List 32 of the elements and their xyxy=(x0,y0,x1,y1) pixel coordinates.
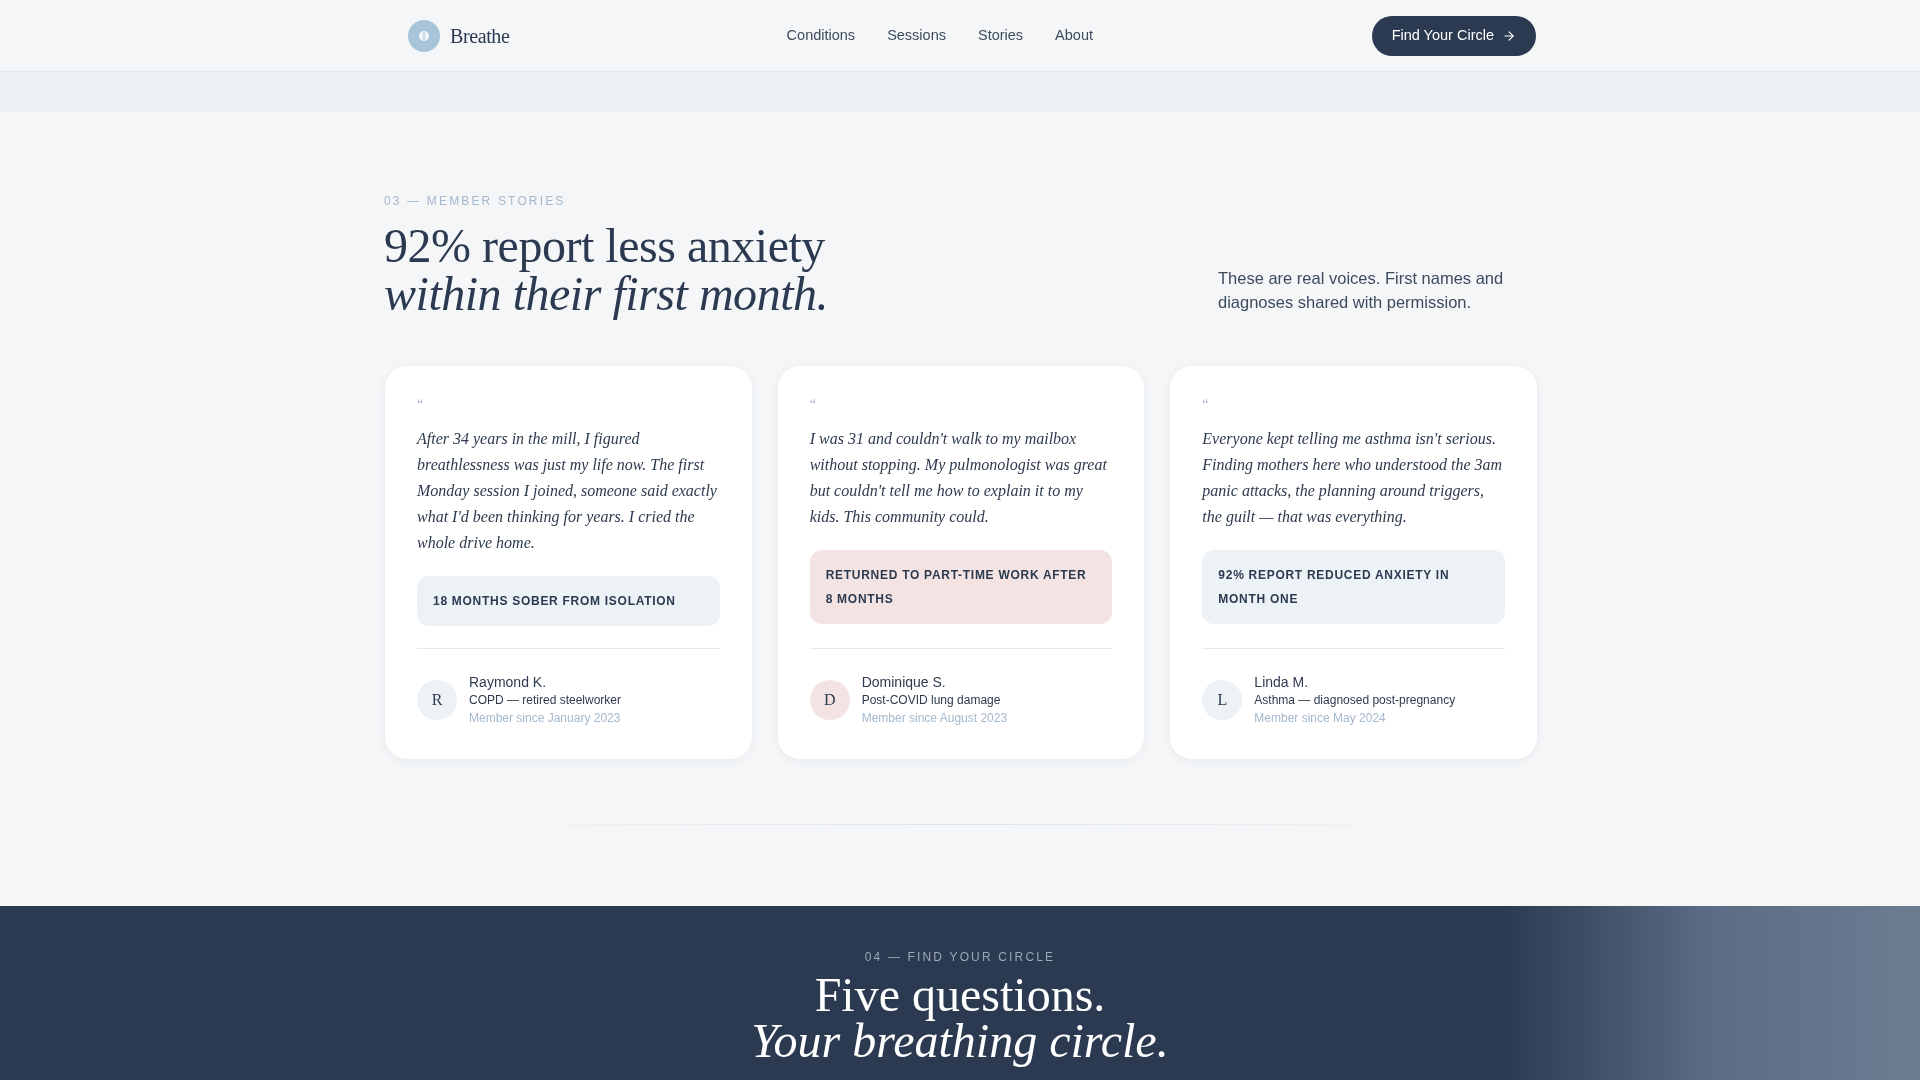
quote-text: After 34 years in the mill, I figured breathlessness was just my life now. The first Monday session I joined, someone said exactly what I'd been thinking for years. I cried the whole drive home. xyxy=(417,429,718,553)
avatar: R xyxy=(417,680,457,720)
outcome-tag: 18 MONTHS SOBER FROM ISOLATION xyxy=(417,576,720,626)
nav-link[interactable]: Conditions xyxy=(786,24,856,47)
avatar: D xyxy=(809,680,850,720)
quote-mark: “ xyxy=(1202,398,1210,414)
member-name: Linda M. xyxy=(1254,673,1310,691)
quote-mark: “ xyxy=(809,398,817,414)
brand-name[interactable]: Breathe xyxy=(450,20,510,51)
nav-link[interactable]: About xyxy=(1055,24,1093,47)
quote-text: I was 31 and couldn't walk to my mailbox without stopping. My pulmonologist was great but couldn't tell me how to explain it to my kids. This community could. xyxy=(809,429,1108,528)
member-condition: COPD — retired steelworker xyxy=(469,692,622,709)
avatar: L xyxy=(1202,680,1243,720)
find-circle-button[interactable]: Find Your Circle xyxy=(1371,15,1536,56)
logo-icon xyxy=(408,19,440,52)
section-eyebrow: 03 — MEMBER STORIES xyxy=(384,193,567,210)
outcome-tag: RETURNED TO PART-TIME WORK AFTER 8 MONTHS xyxy=(809,550,1113,624)
member-since: Member since August 2023 xyxy=(861,710,1008,727)
intro-text: These are real voices. First names and diagnoses shared with permission. xyxy=(1218,268,1505,313)
outcome-tag: 92% REPORT REDUCED ANXIETY IN MONTH ONE xyxy=(1202,550,1505,624)
member-since: Member since May 2024 xyxy=(1254,710,1387,727)
member-since: Member since January 2023 xyxy=(469,710,622,727)
quote-text: Everyone kept telling me asthma isn't serious. Finding mothers here who understood the 3am panic attacks, the planning around triggers, the guilt — that was everything. xyxy=(1202,429,1504,528)
section-heading: 92% report less anxiety within their first month. xyxy=(384,222,829,318)
member-name: Dominique S. xyxy=(861,673,947,691)
member-name: Raymond K. xyxy=(469,673,548,691)
member-condition: Asthma — diagnosed post-pregnancy xyxy=(1254,692,1456,709)
member-condition: Post-COVID lung damage xyxy=(861,692,1002,709)
nav-link[interactable]: Sessions xyxy=(887,24,946,47)
section-eyebrow: 04 — FIND YOUR CIRCLE xyxy=(864,949,1056,966)
nav-link[interactable]: Stories xyxy=(977,24,1024,47)
quote-mark: “ xyxy=(417,398,425,414)
